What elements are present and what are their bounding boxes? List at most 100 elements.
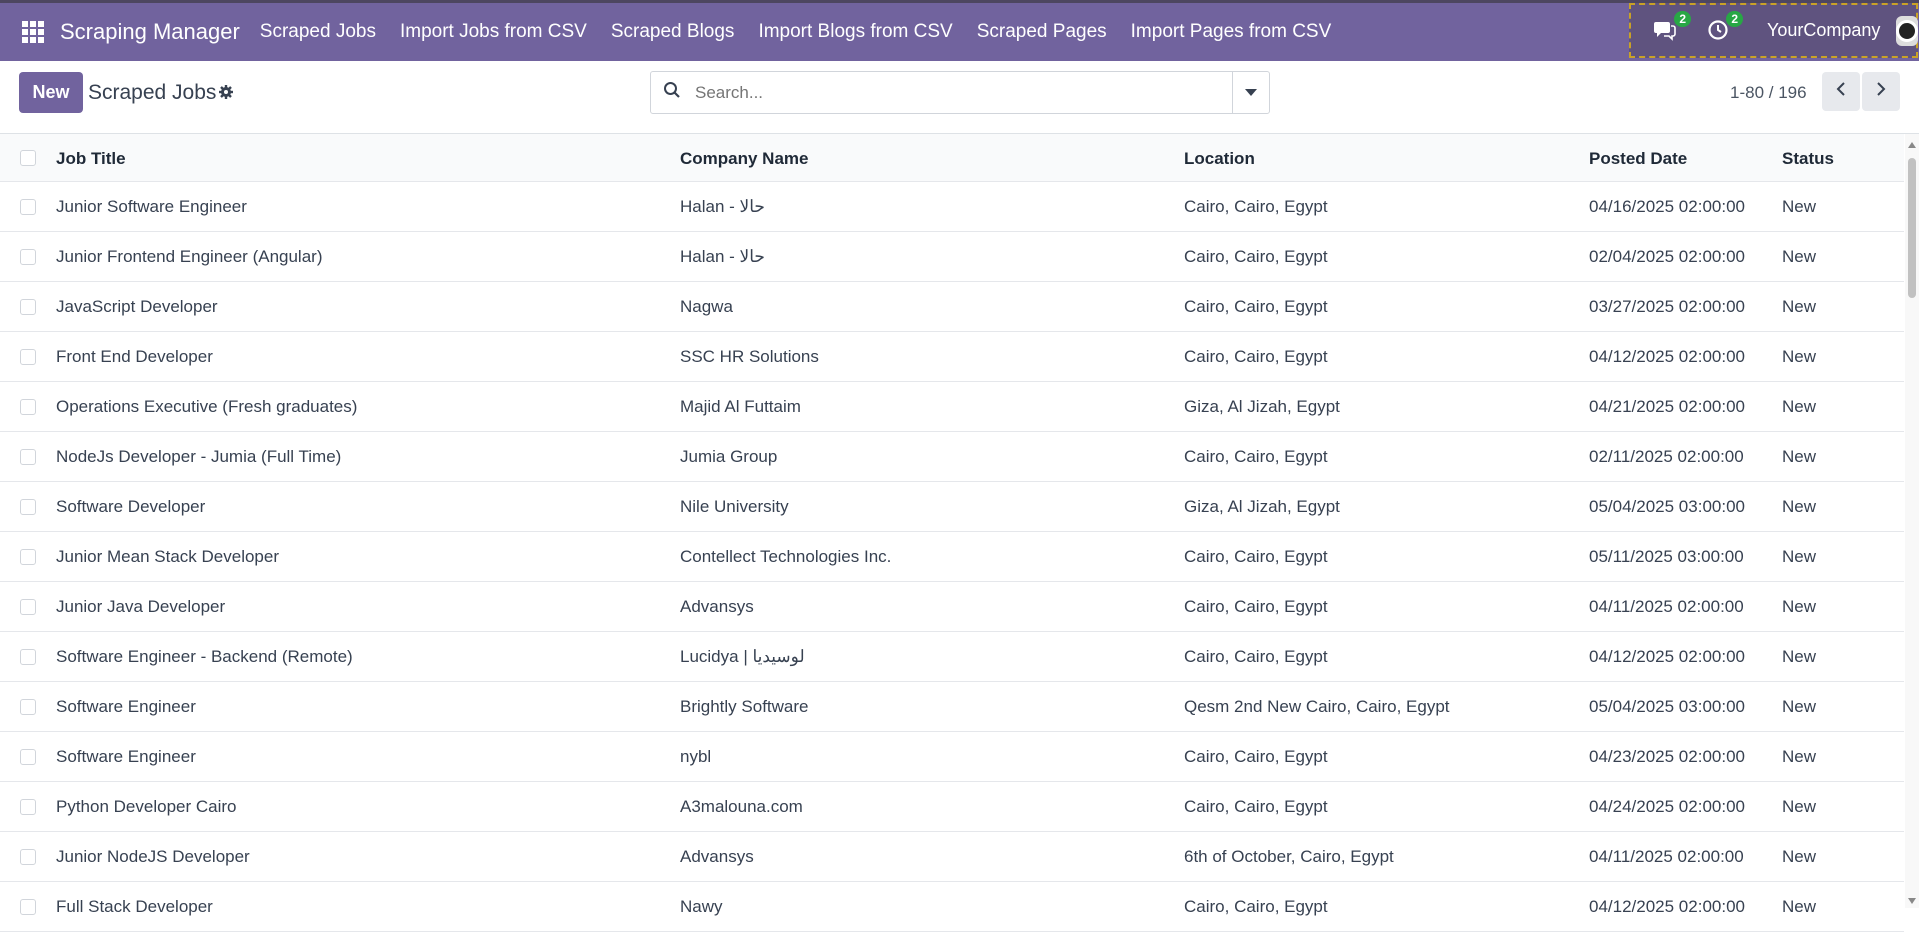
table-header-row: Job Title Company Name Location Posted D… (0, 134, 1904, 182)
cell-posted-date: 04/12/2025 02:00:00 (1589, 347, 1745, 366)
cell-location: Cairo, Cairo, Egypt (1184, 197, 1328, 216)
menu-item-scraped-jobs[interactable]: Scraped Jobs (248, 21, 388, 43)
company-switcher[interactable]: YourCompany (1767, 20, 1880, 41)
scrollbar[interactable] (1905, 134, 1919, 908)
cell-posted-date: 04/21/2025 02:00:00 (1589, 397, 1745, 416)
user-avatar[interactable] (1896, 15, 1919, 46)
row-checkbox[interactable] (20, 799, 36, 815)
row-checkbox[interactable] (20, 899, 36, 915)
cell-status: New (1782, 647, 1817, 666)
column-header-job-title[interactable]: Job Title (56, 149, 126, 169)
row-checkbox[interactable] (20, 299, 36, 315)
row-checkbox[interactable] (20, 499, 36, 515)
table-row[interactable]: Junior Software Engineer Halan - حالا Cair… (0, 182, 1904, 232)
cell-status: New (1782, 447, 1817, 466)
search-options-chevron-down-icon[interactable] (1232, 72, 1269, 113)
search-input[interactable] (693, 81, 1207, 104)
cell-location: Giza, Al Jizah, Egypt (1184, 397, 1340, 416)
cell-company-name: Nile University (680, 497, 789, 516)
row-checkbox[interactable] (20, 399, 36, 415)
cell-posted-date: 04/11/2025 02:00:00 (1589, 847, 1744, 866)
column-header-location[interactable]: Location (1184, 149, 1255, 169)
cell-posted-date: 04/24/2025 02:00:00 (1589, 797, 1745, 816)
cell-company-name: Nawy (680, 897, 723, 916)
row-checkbox[interactable] (20, 749, 36, 765)
table-row[interactable]: Junior Java Developer Advansys Cairo, Cair… (0, 582, 1904, 632)
table-row[interactable]: Junior Mean Stack Developer Contellect Te… (0, 532, 1904, 582)
table-row[interactable]: Full Stack Developer Nawy Cairo, Cairo, Eg… (0, 882, 1904, 932)
cell-status: New (1782, 897, 1817, 916)
row-checkbox[interactable] (20, 699, 36, 715)
cell-company-name: SSC HR Solutions (680, 347, 819, 366)
row-checkbox[interactable] (20, 249, 36, 265)
table-row[interactable]: Software Developer Nile University Giza, A… (0, 482, 1904, 532)
pager-value[interactable]: 1-80 / 196 (1730, 83, 1807, 103)
cell-job-title: Software Engineer (56, 697, 196, 716)
chevron-left-icon (1836, 81, 1846, 102)
row-checkbox[interactable] (20, 449, 36, 465)
table-row[interactable]: NodeJs Developer - Jumia (Full Time) Jumi… (0, 432, 1904, 482)
cell-job-title: Junior NodeJS Developer (56, 847, 250, 866)
cell-posted-date: 02/04/2025 02:00:00 (1589, 247, 1745, 266)
table-row[interactable]: Front End Developer SSC HR Solutions Cairo… (0, 332, 1904, 382)
new-button[interactable]: New (19, 72, 83, 113)
cell-job-title: Operations Executive (Fresh graduates) (56, 397, 358, 416)
cell-posted-date: 04/12/2025 02:00:00 (1589, 897, 1745, 916)
scrollbar-thumb[interactable] (1908, 158, 1916, 298)
cell-location: Cairo, Cairo, Egypt (1184, 747, 1328, 766)
menu-item-import-pages[interactable]: Import Pages from CSV (1119, 21, 1344, 43)
menu-item-scraped-pages[interactable]: Scraped Pages (965, 21, 1119, 43)
table-row[interactable]: JavaScript Developer Nagwa Cairo, Cairo, E… (0, 282, 1904, 332)
table-row[interactable]: Junior NodeJS Developer Advansys 6th of Oc… (0, 832, 1904, 882)
column-header-status[interactable]: Status (1782, 149, 1834, 169)
cell-job-title: Software Engineer (56, 747, 196, 766)
table-row[interactable]: Software Engineer Brightly Software Qesm 2… (0, 682, 1904, 732)
row-checkbox[interactable] (20, 849, 36, 865)
messages-badge: 2 (1674, 10, 1691, 27)
table-row[interactable]: Junior Frontend Engineer (Angular) Halan … (0, 232, 1904, 282)
gear-icon[interactable] (218, 84, 234, 105)
cell-company-name: Contellect Technologies Inc. (680, 547, 892, 566)
cell-job-title: Full Stack Developer (56, 897, 213, 916)
cell-posted-date: 05/04/2025 03:00:00 (1589, 497, 1745, 516)
main-menu: Scraped Jobs Import Jobs from CSV Scrape… (248, 21, 1343, 43)
menu-item-import-jobs[interactable]: Import Jobs from CSV (388, 21, 599, 43)
pager-next-button[interactable] (1862, 72, 1900, 111)
menu-item-import-blogs[interactable]: Import Blogs from CSV (746, 21, 964, 43)
app-menu-icon[interactable] (22, 21, 44, 43)
cell-location: Cairo, Cairo, Egypt (1184, 447, 1328, 466)
messages-icon[interactable]: 2 (1653, 10, 1691, 43)
row-checkbox[interactable] (20, 649, 36, 665)
table-row[interactable]: Software Engineer nybl Cairo, Cairo, Egypt… (0, 732, 1904, 782)
cell-job-title: Junior Frontend Engineer (Angular) (56, 247, 323, 266)
table-row[interactable]: Operations Executive (Fresh graduates) Ma… (0, 382, 1904, 432)
cell-company-name: Advansys (680, 597, 754, 616)
cell-status: New (1782, 797, 1817, 816)
row-checkbox[interactable] (20, 349, 36, 365)
table-row[interactable]: Python Developer Cairo A3malouna.com Cairo… (0, 782, 1904, 832)
pager-previous-button[interactable] (1822, 72, 1860, 111)
row-checkbox[interactable] (20, 199, 36, 215)
cell-status: New (1782, 597, 1817, 616)
column-header-posted-date[interactable]: Posted Date (1589, 149, 1687, 169)
select-all-checkbox[interactable] (20, 150, 36, 166)
cell-location: 6th of October, Cairo, Egypt (1184, 847, 1394, 866)
chevron-right-icon (1876, 81, 1886, 102)
cell-status: New (1782, 697, 1817, 716)
cell-posted-date: 04/16/2025 02:00:00 (1589, 197, 1745, 216)
row-checkbox[interactable] (20, 549, 36, 565)
cell-company-name: Jumia Group (680, 447, 778, 466)
row-checkbox[interactable] (20, 599, 36, 615)
table-row[interactable]: Software Engineer - Backend (Remote) Luci… (0, 632, 1904, 682)
menu-item-scraped-blogs[interactable]: Scraped Blogs (599, 21, 747, 43)
cell-status: New (1782, 747, 1817, 766)
cell-posted-date: 05/04/2025 03:00:00 (1589, 697, 1745, 716)
cell-job-title: JavaScript Developer (56, 297, 218, 316)
cell-company-name: Advansys (680, 847, 754, 866)
column-header-company-name[interactable]: Company Name (680, 149, 808, 169)
activities-icon[interactable]: 2 (1707, 10, 1743, 43)
cell-status: New (1782, 247, 1817, 266)
app-name[interactable]: Scraping Manager (60, 19, 240, 45)
cell-status: New (1782, 847, 1817, 866)
cell-location: Giza, Al Jizah, Egypt (1184, 497, 1340, 516)
